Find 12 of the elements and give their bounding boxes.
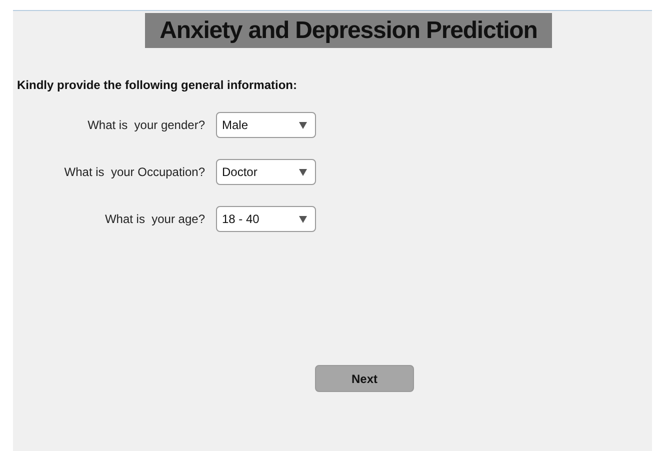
caret-icon: [299, 216, 307, 222]
dropdown[interactable]: 18 - 40: [216, 206, 316, 232]
next-button[interactable]: Next: [315, 365, 414, 392]
page-title: Anxiety and Depression Prediction: [145, 13, 552, 48]
caret-icon: [299, 122, 307, 128]
question-label: What is your Occupation?: [63, 165, 205, 179]
dropdown[interactable]: Male: [216, 112, 316, 138]
caret-icon: [299, 168, 307, 176]
question-label: What is your gender?: [86, 118, 205, 132]
intro-text: Kindly provide the following general information:: [16, 78, 298, 92]
question-label: What is your age?: [104, 212, 205, 226]
dropdown[interactable]: Doctor: [216, 159, 316, 185]
